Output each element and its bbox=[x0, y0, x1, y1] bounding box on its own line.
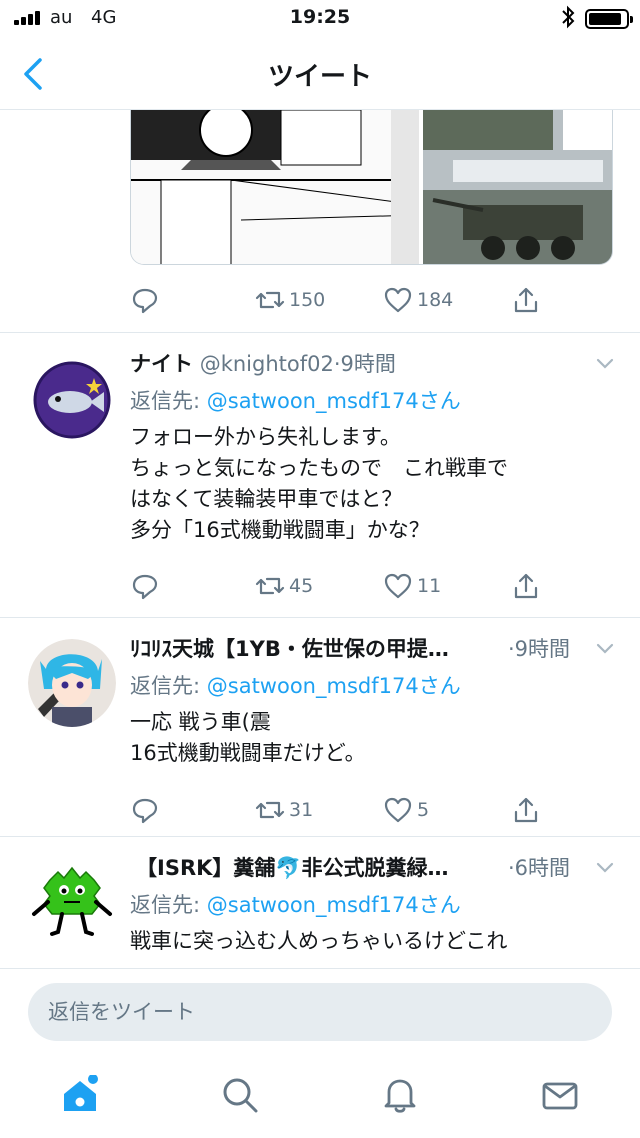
tweet-text: 一応 戦う車(震 16式機動戦闘車だけど。 bbox=[130, 710, 366, 765]
divider bbox=[0, 617, 640, 618]
tweet-item[interactable]: ナイト @knightof02·9時間 返信先: @satwoon_msdf17… bbox=[0, 348, 640, 618]
messages-icon[interactable] bbox=[540, 1075, 580, 1115]
reply-button[interactable] bbox=[130, 280, 160, 320]
like-count: 184 bbox=[417, 289, 454, 311]
tweet-media[interactable] bbox=[130, 110, 613, 265]
reply-context: 返信先: @satwoon_msdf174さん bbox=[130, 889, 461, 919]
notifications-icon[interactable] bbox=[380, 1075, 420, 1115]
display-name[interactable]: 【ISRK】糞舗🐬非公式脱糞緑… bbox=[136, 856, 449, 880]
like-button[interactable]: 5 bbox=[383, 790, 429, 830]
share-button[interactable] bbox=[511, 566, 541, 606]
reply-input[interactable]: 返信をツイート bbox=[28, 983, 612, 1041]
tweet-feed[interactable]: 150 184 ナイト @knightof02·9時間 返信先: @satwoo… bbox=[0, 110, 640, 968]
heart-icon bbox=[384, 797, 412, 823]
tweet-text: フォロー外から失礼します。 ちょっと気になったもので これ戦車で はなくて装輪装… bbox=[130, 425, 508, 542]
tweet-time: ·6時間 bbox=[508, 856, 571, 880]
reply-label: 返信先: bbox=[130, 674, 207, 698]
reply-context: 返信先: @satwoon_msdf174さん bbox=[130, 385, 461, 415]
tweet-text: 戦車に突っ込む人めっちゃいるけどこれ bbox=[130, 929, 508, 953]
avatar[interactable] bbox=[28, 858, 116, 946]
reply-label: 返信先: bbox=[130, 389, 207, 413]
retweet-button[interactable]: 31 bbox=[255, 790, 313, 830]
share-button[interactable] bbox=[511, 790, 541, 830]
retweet-count: 31 bbox=[289, 799, 314, 821]
reply-icon bbox=[132, 798, 158, 824]
reply-mention[interactable]: @satwoon_msdf174さん bbox=[207, 674, 461, 698]
chevron-down-icon[interactable] bbox=[596, 862, 614, 874]
home-icon[interactable] bbox=[60, 1075, 100, 1115]
share-icon bbox=[514, 287, 538, 313]
chevron-down-icon[interactable] bbox=[596, 358, 614, 370]
retweet-icon bbox=[255, 291, 285, 309]
share-icon bbox=[514, 797, 538, 823]
status-bar: au 4G 19:25 bbox=[0, 0, 640, 40]
bluetooth-icon bbox=[562, 5, 575, 29]
tweet-header: ナイト @knightof02·9時間 bbox=[130, 348, 580, 382]
page-title: ツイート bbox=[267, 62, 372, 92]
user-handle[interactable]: @knightof02 bbox=[200, 352, 334, 376]
reply-composer: 返信をツイート bbox=[0, 968, 640, 1053]
avatar[interactable] bbox=[28, 356, 116, 444]
like-button[interactable]: 11 bbox=[383, 566, 441, 606]
search-icon[interactable] bbox=[220, 1075, 260, 1115]
retweet-button[interactable]: 150 bbox=[255, 280, 325, 320]
media-image-vehicle[interactable] bbox=[423, 110, 612, 264]
display-name[interactable]: ナイト bbox=[130, 352, 193, 376]
heart-icon bbox=[384, 287, 412, 313]
tweet-time: ·9時間 bbox=[508, 637, 571, 661]
reply-mention[interactable]: @satwoon_msdf174さん bbox=[207, 389, 461, 413]
tweet-time: ·9時間 bbox=[333, 352, 396, 376]
display-name[interactable]: ﾘｺﾘｽ天城【1YB・佐世保の甲提… bbox=[130, 637, 449, 661]
tweet-item[interactable]: ﾘｺﾘｽ天城【1YB・佐世保の甲提… ·9時間 返信先: @satwoon_ms… bbox=[0, 633, 640, 836]
heart-icon bbox=[384, 573, 412, 599]
tweet-header: ﾘｺﾘｽ天城【1YB・佐世保の甲提… bbox=[130, 633, 500, 667]
share-icon bbox=[514, 573, 538, 599]
retweet-icon bbox=[255, 801, 285, 819]
reply-icon bbox=[132, 574, 158, 600]
like-button[interactable]: 184 bbox=[383, 280, 453, 320]
nav-bar: ツイート bbox=[0, 40, 640, 110]
divider bbox=[0, 836, 640, 837]
like-count: 11 bbox=[417, 575, 442, 597]
reply-button[interactable] bbox=[130, 790, 160, 830]
tab-bar bbox=[0, 1053, 640, 1138]
tweet-header: 【ISRK】糞舗🐬非公式脱糞緑… bbox=[136, 852, 506, 886]
reply-button[interactable] bbox=[130, 566, 160, 606]
reply-context: 返信先: @satwoon_msdf174さん bbox=[130, 670, 461, 700]
retweet-button[interactable]: 45 bbox=[255, 566, 313, 606]
reply-label: 返信先: bbox=[130, 893, 207, 917]
battery-icon bbox=[585, 9, 633, 29]
like-count: 5 bbox=[417, 799, 430, 821]
retweet-count: 45 bbox=[289, 575, 314, 597]
reply-icon bbox=[132, 288, 158, 314]
reply-mention[interactable]: @satwoon_msdf174さん bbox=[207, 893, 461, 917]
status-time: 19:25 bbox=[289, 6, 351, 28]
retweet-icon bbox=[255, 577, 285, 595]
share-button[interactable] bbox=[511, 280, 541, 320]
tweet-item[interactable]: 【ISRK】糞舗🐬非公式脱糞緑… ·6時間 返信先: @satwoon_msdf… bbox=[0, 852, 640, 968]
tweet-actions: 45 11 bbox=[130, 566, 550, 606]
tweet-actions: 150 184 bbox=[130, 280, 550, 320]
tweet-actions: 31 5 bbox=[130, 790, 550, 830]
chevron-down-icon[interactable] bbox=[596, 643, 614, 655]
divider bbox=[0, 332, 640, 333]
media-image-manga[interactable] bbox=[131, 110, 420, 264]
retweet-count: 150 bbox=[289, 289, 326, 311]
avatar[interactable] bbox=[28, 639, 116, 727]
